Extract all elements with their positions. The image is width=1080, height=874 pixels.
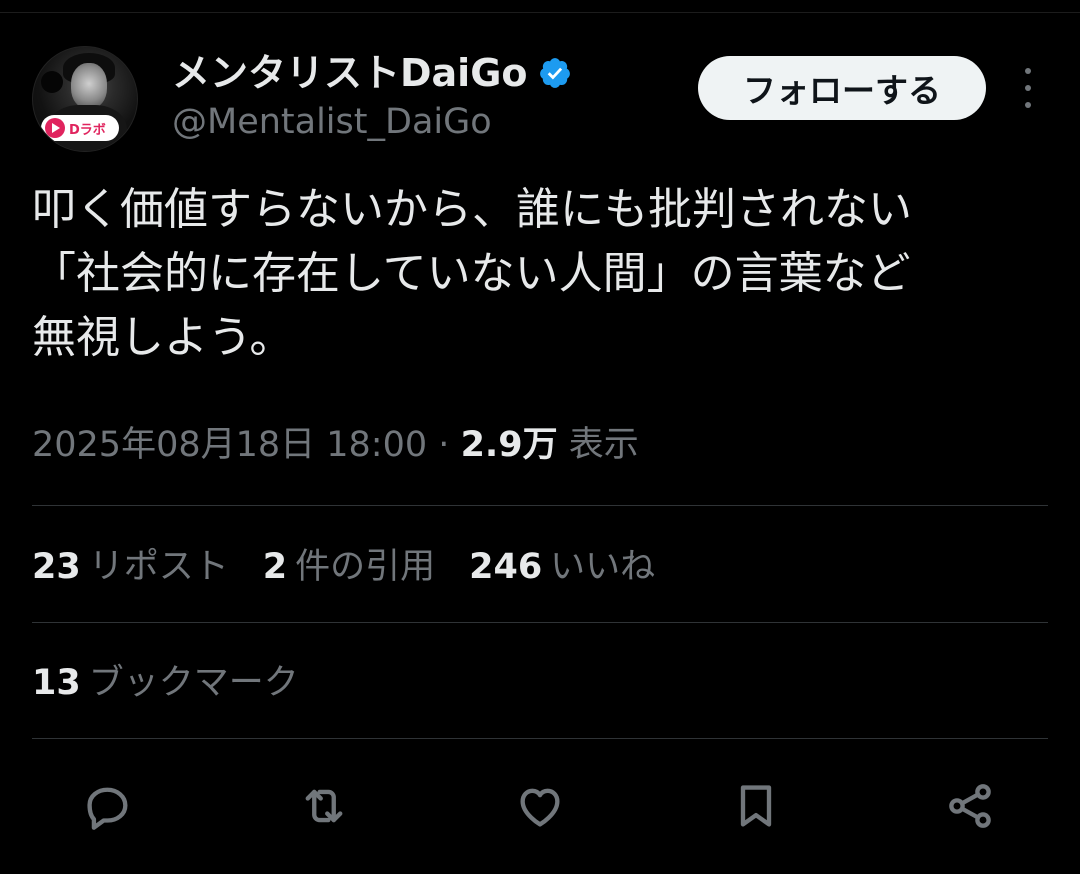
likes-label: いいね (550, 547, 656, 587)
repost-icon (305, 789, 343, 823)
repost-button[interactable] (294, 776, 354, 836)
author-name-row[interactable]: メンタリストDaiGo (172, 50, 572, 96)
bookmarks-stat[interactable]: 13 ブックマーク (32, 656, 299, 710)
reposts-label: リポスト (88, 547, 229, 587)
avatar-face (71, 63, 107, 109)
share-icon (949, 784, 991, 828)
play-icon (45, 118, 65, 138)
bookmark-stats: 13 ブックマーク (32, 656, 333, 710)
more-options-icon[interactable] (1018, 68, 1038, 108)
like-icon (520, 788, 560, 827)
tweet-meta: 2025年08月18日 18:00 · 2.9万 表示 (32, 420, 639, 470)
divider (32, 738, 1048, 739)
avatar-badge-text: Dラボ (69, 122, 106, 138)
reply-button[interactable] (78, 776, 138, 836)
tweet-text-line: 「社会的に存在していない人間」の言葉など (32, 248, 911, 299)
more-dot (1025, 102, 1031, 108)
bookmark-icon (740, 785, 772, 827)
avatar[interactable]: Dラボ (32, 46, 138, 152)
follow-button[interactable]: フォローする (698, 56, 986, 120)
reposts-count: 23 (32, 547, 81, 587)
views-label: 表示 (568, 425, 639, 465)
tweet-header: Dラボ メンタリストDaiGo @Mentalist_DaiGo フォローする (32, 42, 1048, 154)
reply-icon (87, 787, 128, 830)
tweet-action-bar (0, 760, 1080, 850)
tweet-text-line: 無視しよう。 (32, 312, 294, 363)
meta-separator: · (438, 425, 450, 465)
tweet-text: 叩く価値すらないから、誰にも批判されない 「社会的に存在していない人間」の言葉な… (32, 178, 1048, 370)
bookmarks-label: ブックマーク (88, 663, 299, 703)
quotes-label: 件の引用 (295, 547, 436, 587)
avatar-channel-badge: Dラボ (41, 115, 119, 141)
quotes-count: 2 (262, 547, 288, 587)
like-button[interactable] (510, 776, 570, 836)
author-handle[interactable]: @Mentalist_DaiGo (172, 100, 492, 144)
views-count: 2.9万 (460, 425, 558, 465)
tweet-timestamp[interactable]: 2025年08月18日 18:00 (32, 425, 427, 465)
share-button[interactable] (940, 776, 1000, 836)
divider (32, 622, 1048, 623)
engagement-stats: 23 リポスト 2 件の引用 246 いいね (32, 540, 689, 594)
tweet-text-line: 叩く価値すらないから、誰にも批判されない (32, 184, 912, 235)
more-dot (1025, 68, 1031, 74)
bookmark-button[interactable] (726, 776, 786, 836)
reposts-stat[interactable]: 23 リポスト (32, 540, 229, 594)
more-dot (1025, 85, 1031, 91)
verified-badge-icon (539, 58, 570, 88)
top-divider (0, 12, 1080, 13)
author-display-name[interactable]: メンタリストDaiGo (172, 50, 528, 96)
likes-count: 246 (469, 547, 543, 587)
divider (32, 505, 1048, 506)
likes-stat[interactable]: 246 いいね (469, 540, 655, 594)
bookmarks-count: 13 (32, 663, 81, 703)
avatar-cat (41, 71, 63, 93)
quotes-stat[interactable]: 2 件の引用 (263, 540, 435, 594)
